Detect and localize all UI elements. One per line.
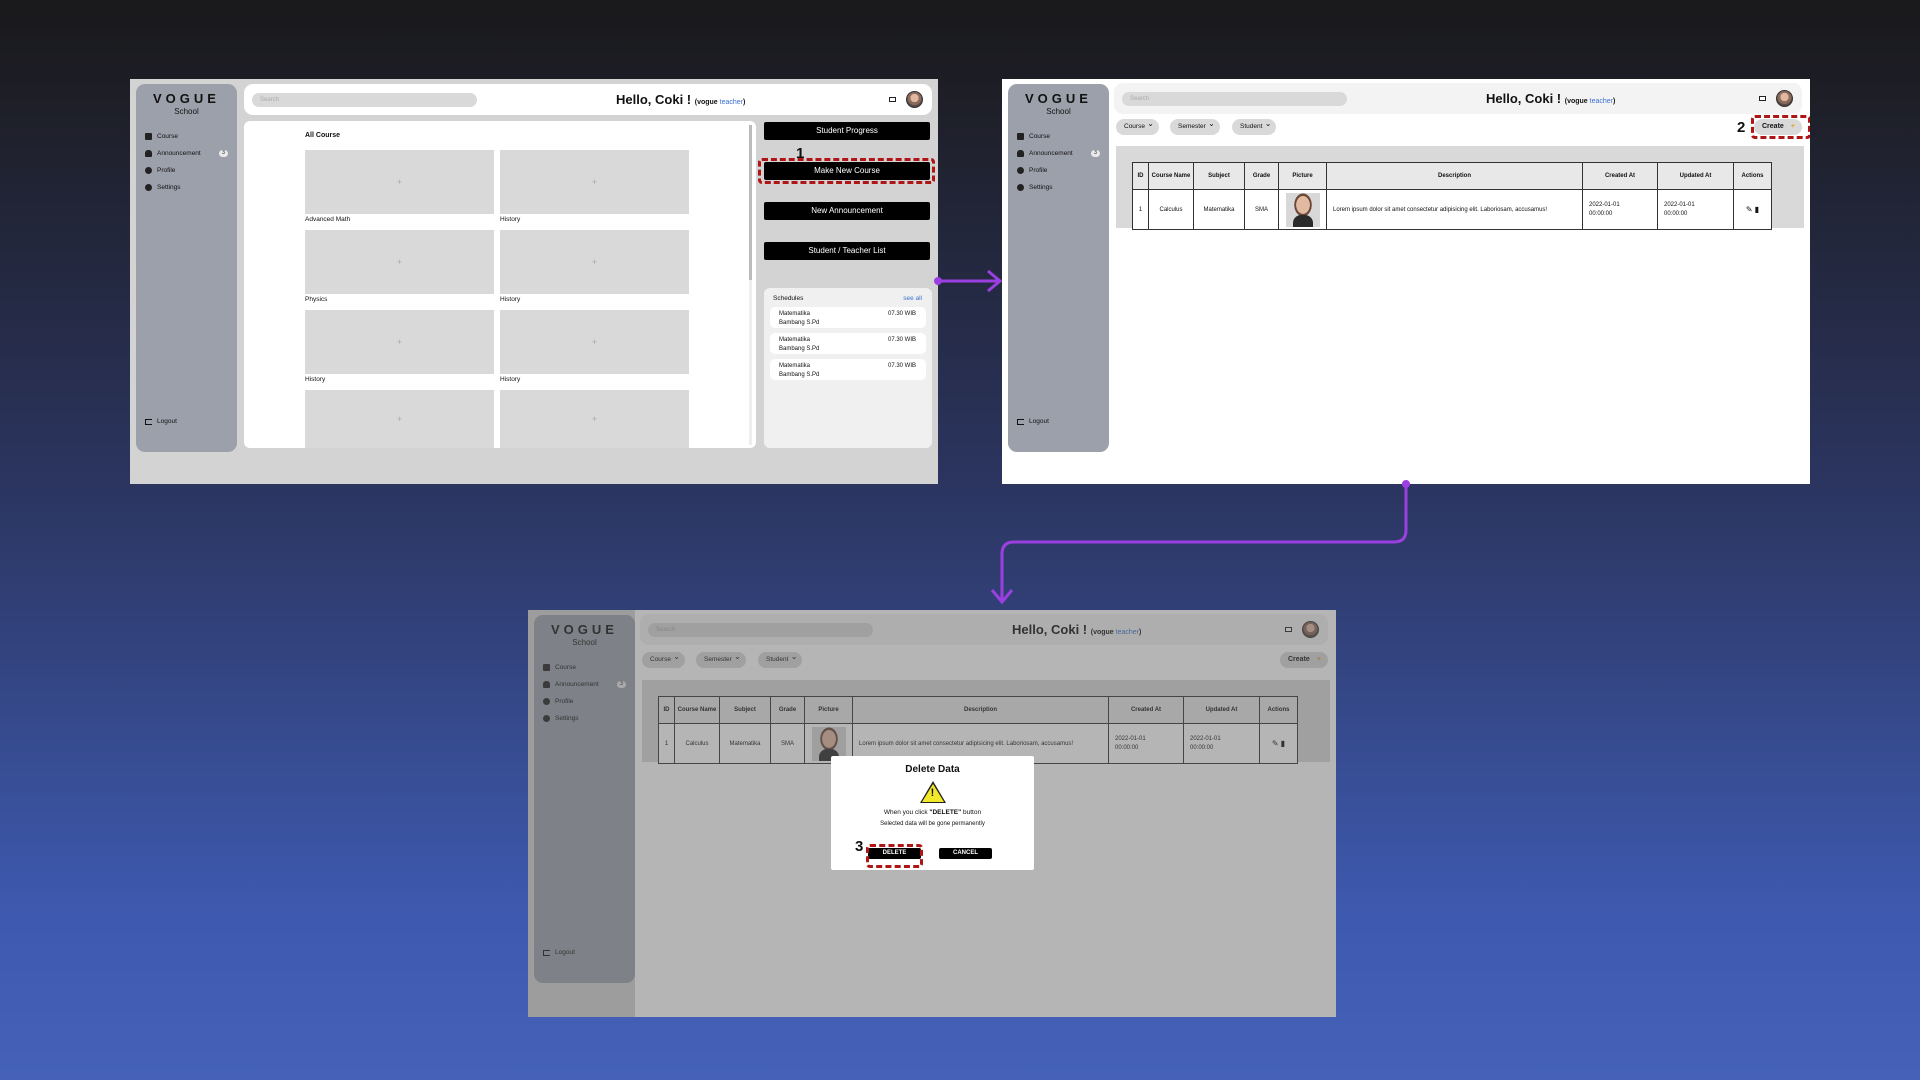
connector-2-to-3	[1000, 484, 1408, 602]
connector-dot	[934, 277, 942, 285]
connector-dot	[1402, 480, 1410, 488]
flow-connectors	[934, 269, 1410, 605]
